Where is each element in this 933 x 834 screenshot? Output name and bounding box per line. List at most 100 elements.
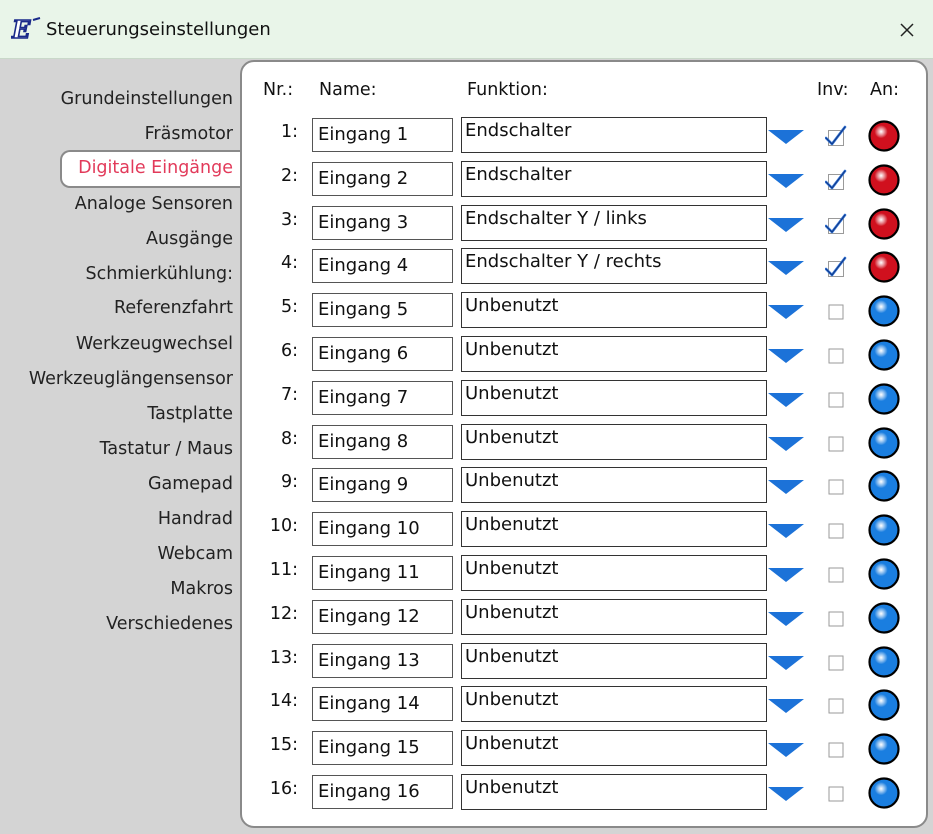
invert-checkbox[interactable] xyxy=(825,475,847,497)
dropdown-arrow-icon[interactable] xyxy=(768,568,804,582)
sidebar-item-verschiedenes[interactable]: Verschiedenes xyxy=(0,614,233,634)
invert-checkbox[interactable] xyxy=(825,607,847,629)
dropdown-arrow-icon[interactable] xyxy=(768,524,804,539)
input-name-field[interactable]: Eingang 12 xyxy=(312,599,453,634)
sidebar-item-gamepad[interactable]: Gamepad xyxy=(0,474,233,494)
sidebar-item-makros[interactable]: Makros xyxy=(0,579,233,599)
input-name-field[interactable]: Eingang 13 xyxy=(312,643,453,678)
sidebar-item-digitale-eingänge[interactable]: Digitale Eingänge xyxy=(0,158,233,178)
input-name-field[interactable]: Eingang 3 xyxy=(312,205,453,240)
dropdown-arrow-icon[interactable] xyxy=(768,743,804,758)
input-name-field[interactable]: Eingang 4 xyxy=(312,249,453,284)
invert-checkbox[interactable] xyxy=(825,432,847,454)
function-select[interactable]: Unbenutzt xyxy=(461,642,767,679)
invert-checkbox[interactable] xyxy=(825,651,847,673)
input-name-field[interactable]: Eingang 9 xyxy=(312,468,453,503)
invert-checkbox[interactable] xyxy=(825,519,847,541)
function-select[interactable]: Unbenutzt xyxy=(461,555,767,591)
row-number: 9: xyxy=(280,472,298,493)
function-select[interactable]: Unbenutzt xyxy=(461,774,767,810)
row-number: 15: xyxy=(269,735,298,756)
input-name-field[interactable]: Eingang 5 xyxy=(312,293,453,328)
status-led-blue-icon xyxy=(868,470,900,502)
row-number: 14: xyxy=(269,691,298,712)
function-select[interactable]: Unbenutzt xyxy=(461,598,767,635)
settings-window: E Steuerungseinstellungen Grundeinstellu… xyxy=(0,0,933,834)
input-name-field[interactable]: Eingang 11 xyxy=(312,556,453,590)
sidebar-item-webcam[interactable]: Webcam xyxy=(0,544,233,564)
row-number: 5: xyxy=(280,297,298,318)
row-number: 1: xyxy=(280,122,298,142)
dropdown-arrow-icon[interactable] xyxy=(768,261,804,276)
status-led-red-icon xyxy=(868,120,900,152)
input-name-field[interactable]: Eingang 7 xyxy=(312,380,453,415)
status-led-blue-icon xyxy=(868,733,900,765)
dropdown-arrow-icon[interactable] xyxy=(768,787,804,801)
input-name-field[interactable]: Eingang 14 xyxy=(312,687,453,722)
invert-checkbox[interactable] xyxy=(825,344,847,366)
sidebar-item-analoge-sensoren[interactable]: Analoge Sensoren xyxy=(0,194,233,214)
input-name-field[interactable]: Eingang 2 xyxy=(312,161,453,196)
dropdown-arrow-icon[interactable] xyxy=(768,217,804,232)
function-select[interactable]: Unbenutzt xyxy=(461,292,767,329)
row-number: 4: xyxy=(280,253,298,274)
sidebar-item-schmierkühlung[interactable]: Schmierkühlung: xyxy=(0,264,233,284)
dropdown-arrow-icon[interactable] xyxy=(768,173,804,188)
invert-checkbox[interactable] xyxy=(825,738,847,760)
sidebar-item-tastatur-maus[interactable]: Tastatur / Maus xyxy=(0,439,233,459)
row-number: 7: xyxy=(280,384,298,405)
sidebar-item-fräsmotor[interactable]: Fräsmotor xyxy=(0,124,233,144)
sidebar-item-werkzeuglängensensor[interactable]: Werkzeuglängensensor xyxy=(0,369,233,389)
dropdown-arrow-icon[interactable] xyxy=(768,305,804,320)
dropdown-arrow-icon[interactable] xyxy=(768,655,804,670)
status-led-red-icon xyxy=(868,164,900,196)
invert-checkbox[interactable] xyxy=(825,388,847,410)
function-select[interactable]: Endschalter Y / links xyxy=(461,204,767,241)
function-select[interactable]: Unbenutzt xyxy=(461,511,767,548)
sidebar-item-werkzeugwechsel[interactable]: Werkzeugwechsel xyxy=(0,334,233,354)
status-led-blue-icon xyxy=(868,339,900,371)
invert-checkbox-checked[interactable] xyxy=(825,256,847,278)
invert-checkbox[interactable] xyxy=(825,563,847,585)
function-select[interactable]: Endschalter xyxy=(461,117,767,153)
input-name-field[interactable]: Eingang 15 xyxy=(312,731,453,766)
sidebar-item-ausgänge[interactable]: Ausgänge xyxy=(0,229,233,249)
function-select[interactable]: Unbenutzt xyxy=(461,336,767,372)
function-select[interactable]: Unbenutzt xyxy=(461,423,767,460)
sidebar-item-handrad[interactable]: Handrad xyxy=(0,509,233,529)
input-name-field[interactable]: Eingang 8 xyxy=(312,424,453,459)
row-number: 16: xyxy=(269,779,298,799)
window-title: Steuerungseinstellungen xyxy=(46,19,271,40)
status-led-blue-icon xyxy=(868,602,900,634)
sidebar-item-tastplatte[interactable]: Tastplatte xyxy=(0,404,233,424)
function-select[interactable]: Endschalter xyxy=(461,160,767,197)
invert-checkbox-checked[interactable] xyxy=(825,169,847,191)
function-select[interactable]: Unbenutzt xyxy=(461,467,767,504)
status-led-red-icon xyxy=(868,251,900,283)
dropdown-arrow-icon[interactable] xyxy=(768,480,804,495)
invert-checkbox[interactable] xyxy=(825,300,847,322)
invert-checkbox-checked[interactable] xyxy=(825,125,847,147)
status-led-blue-icon xyxy=(868,558,900,590)
dropdown-arrow-icon[interactable] xyxy=(768,436,804,451)
input-name-field[interactable]: Eingang 16 xyxy=(312,775,453,809)
input-name-field[interactable]: Eingang 10 xyxy=(312,512,453,547)
close-button[interactable] xyxy=(881,8,933,52)
function-select[interactable]: Endschalter Y / rechts xyxy=(461,248,767,285)
dropdown-arrow-icon[interactable] xyxy=(768,349,804,363)
function-select[interactable]: Unbenutzt xyxy=(461,686,767,723)
sidebar-item-grundeinstellungen[interactable]: Grundeinstellungen xyxy=(0,89,233,109)
dropdown-arrow-icon[interactable] xyxy=(768,699,804,714)
input-name-field[interactable]: Eingang 6 xyxy=(312,337,453,371)
invert-checkbox[interactable] xyxy=(825,694,847,716)
invert-checkbox[interactable] xyxy=(825,782,847,804)
invert-checkbox-checked[interactable] xyxy=(825,213,847,235)
function-select[interactable]: Unbenutzt xyxy=(461,730,767,767)
function-select[interactable]: Unbenutzt xyxy=(461,379,767,416)
dropdown-arrow-icon[interactable] xyxy=(768,392,804,407)
header-on: An: xyxy=(870,80,899,100)
input-name-field[interactable]: Eingang 1 xyxy=(312,118,453,152)
sidebar-item-referenzfahrt[interactable]: Referenzfahrt xyxy=(0,298,233,318)
dropdown-arrow-icon[interactable] xyxy=(768,130,804,144)
dropdown-arrow-icon[interactable] xyxy=(768,611,804,626)
